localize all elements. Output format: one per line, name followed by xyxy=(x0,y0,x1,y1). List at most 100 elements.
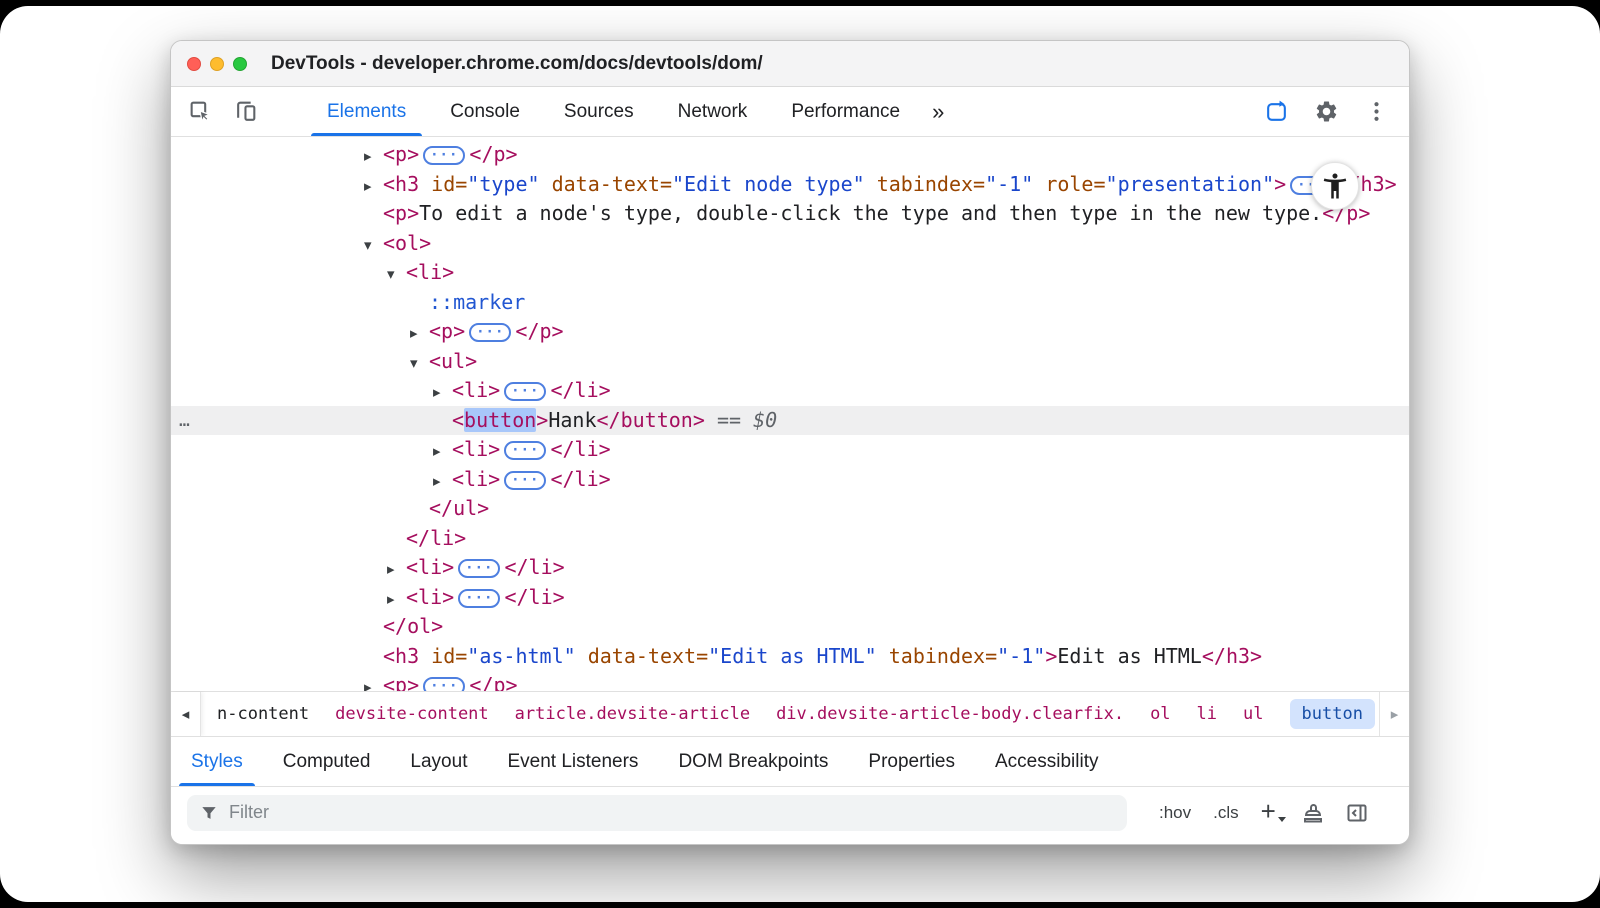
equals-sign: == xyxy=(717,408,741,432)
expand-arrow-icon[interactable]: ▸ xyxy=(364,673,383,691)
zoom-button[interactable] xyxy=(233,57,247,71)
expand-arrow-icon[interactable]: ▸ xyxy=(387,555,406,585)
tree-row[interactable]: ▾<li> xyxy=(171,258,1409,288)
code-tag: </li> xyxy=(504,585,564,609)
inline-expand-button[interactable]: ··· xyxy=(504,382,546,401)
tree-row[interactable]: </ul> xyxy=(171,494,1409,524)
tab-event-listeners[interactable]: Event Listeners xyxy=(487,737,658,786)
breadcrumb-item-devsite-content[interactable]: devsite-content xyxy=(335,704,489,724)
tree-row[interactable]: ▸<li>···</li> xyxy=(171,435,1409,465)
tab-properties[interactable]: Properties xyxy=(848,737,975,786)
tree-row[interactable]: ▸<p>···</p> xyxy=(171,671,1409,691)
collapse-arrow-icon[interactable]: ▾ xyxy=(410,349,429,379)
styles-filter-input[interactable] xyxy=(229,802,1115,823)
expand-arrow-icon[interactable]: ▸ xyxy=(364,142,383,172)
tab-console[interactable]: Console xyxy=(428,87,542,136)
element-classes-button[interactable]: .cls xyxy=(1207,799,1245,827)
settings-button[interactable] xyxy=(1309,95,1343,129)
device-toolbar-button[interactable] xyxy=(229,95,263,129)
tab-styles[interactable]: Styles xyxy=(171,737,263,786)
tab-elements[interactable]: Elements xyxy=(305,87,428,136)
breadcrumb-scroll-right-button[interactable]: ▸ xyxy=(1379,692,1409,736)
collapse-arrow-icon[interactable]: ▾ xyxy=(387,260,406,290)
code-attribute-name: tabindex= xyxy=(877,172,985,196)
expand-arrow-icon[interactable]: ▸ xyxy=(387,585,406,615)
inline-expand-button[interactable]: ··· xyxy=(423,146,465,165)
breadcrumb: n-content devsite-content article.devsite-… xyxy=(201,692,1379,736)
tree-row[interactable]: ▾<ol> xyxy=(171,229,1409,259)
expand-arrow-icon[interactable]: ▸ xyxy=(364,172,383,202)
expand-arrow-icon[interactable]: ▸ xyxy=(433,378,452,408)
code-text xyxy=(576,644,588,668)
breadcrumb-item-n-content[interactable]: n-content xyxy=(217,704,309,724)
indent-spacer xyxy=(364,426,433,427)
tree-row[interactable]: …<button>Hank</button> == $0 xyxy=(171,406,1409,436)
breadcrumb-item-ul[interactable]: ul xyxy=(1243,704,1263,724)
tree-row[interactable]: ::marker xyxy=(171,288,1409,318)
devtools-window: DevTools - developer.chrome.com/docs/dev… xyxy=(170,40,1410,845)
expand-arrow-icon[interactable]: ▸ xyxy=(410,319,429,349)
reload-badge-button[interactable] xyxy=(1259,95,1293,129)
inline-expand-button[interactable]: ··· xyxy=(423,677,465,691)
close-button[interactable] xyxy=(187,57,201,71)
tree-row[interactable]: ▾<ul> xyxy=(171,347,1409,377)
dollar-zero-hint: $0 xyxy=(753,408,777,432)
inline-expand-button[interactable]: ··· xyxy=(469,323,511,342)
expand-arrow-icon[interactable]: ▸ xyxy=(433,467,452,497)
tree-row[interactable]: ▸<h3 id="type" data-text="Edit node type… xyxy=(171,170,1409,200)
breadcrumb-item-ol[interactable]: ol xyxy=(1150,704,1170,724)
main-menu-button[interactable] xyxy=(1359,95,1393,129)
tab-layout[interactable]: Layout xyxy=(390,737,487,786)
tree-row[interactable]: <h3 id="as-html" data-text="Edit as HTML… xyxy=(171,642,1409,672)
expand-arrow-icon[interactable]: ▸ xyxy=(433,437,452,467)
code-tag: <p> xyxy=(429,319,465,343)
toggle-element-state-button[interactable]: :hov xyxy=(1153,799,1197,827)
tab-computed[interactable]: Computed xyxy=(263,737,391,786)
inline-expand-button[interactable]: ··· xyxy=(504,441,546,460)
code-tag: </li> xyxy=(550,378,610,402)
stamp-button[interactable] xyxy=(1296,796,1330,830)
tab-network[interactable]: Network xyxy=(656,87,770,136)
tree-row[interactable]: ▸<li>···</li> xyxy=(171,583,1409,613)
code-attribute-value: "Edit as HTML" xyxy=(708,644,877,668)
toggle-sidebar-button[interactable] xyxy=(1340,796,1374,830)
code-attribute-name: data-text= xyxy=(552,172,672,196)
tree-row[interactable]: </li> xyxy=(171,524,1409,554)
tree-row[interactable]: ▸<p>···</p> xyxy=(171,317,1409,347)
code-text: To edit a node's type, double-click the … xyxy=(419,201,1322,225)
dom-tree: ▸<p>···</p>▸<h3 id="type" data-text="Edi… xyxy=(171,140,1409,691)
more-panels-button[interactable]: » xyxy=(922,87,954,136)
tab-accessibility[interactable]: Accessibility xyxy=(975,737,1118,786)
breadcrumb-item-li[interactable]: li xyxy=(1197,704,1217,724)
tree-row[interactable]: ▸<p>···</p> xyxy=(171,140,1409,170)
code-tag: <p> xyxy=(383,142,419,166)
tree-row[interactable]: </ol> xyxy=(171,612,1409,642)
new-style-rule-button[interactable]: + xyxy=(1255,799,1286,827)
inline-expand-button[interactable]: ··· xyxy=(458,589,500,608)
tab-dom-breakpoints[interactable]: DOM Breakpoints xyxy=(658,737,848,786)
breadcrumb-item-div-devsite-article-body-clearfix[interactable]: div.devsite-article-body.clearfix. xyxy=(776,704,1124,724)
tree-row[interactable]: <p>To edit a node's type, double-click t… xyxy=(171,199,1409,229)
code-text xyxy=(865,172,877,196)
collapse-arrow-icon[interactable]: ▾ xyxy=(364,231,383,261)
tree-row[interactable]: ▸<li>···</li> xyxy=(171,376,1409,406)
tree-row[interactable]: ▸<li>···</li> xyxy=(171,553,1409,583)
tab-performance[interactable]: Performance xyxy=(769,87,922,136)
breadcrumb-item-article-devsite-article[interactable]: article.devsite-article xyxy=(515,704,750,724)
breadcrumb-item-button[interactable]: button xyxy=(1290,699,1375,729)
minimize-button[interactable] xyxy=(210,57,224,71)
inline-expand-button[interactable]: ··· xyxy=(458,559,500,578)
code-tag: </li> xyxy=(550,467,610,491)
code-attribute-value: "-1" xyxy=(985,172,1033,196)
inspect-element-button[interactable] xyxy=(183,95,217,129)
code-tag: <li> xyxy=(452,378,500,402)
code-tag: <li> xyxy=(406,260,454,284)
indent-spacer xyxy=(364,485,433,486)
inline-expand-button[interactable]: ··· xyxy=(504,471,546,490)
tree-row[interactable]: ▸<li>···</li> xyxy=(171,465,1409,495)
code-attribute-name: tabindex= xyxy=(889,644,997,668)
tab-sources[interactable]: Sources xyxy=(542,87,656,136)
code-text xyxy=(1033,172,1045,196)
code-tag: < xyxy=(452,408,464,432)
breadcrumb-scroll-left-button[interactable]: ◂ xyxy=(171,692,201,736)
